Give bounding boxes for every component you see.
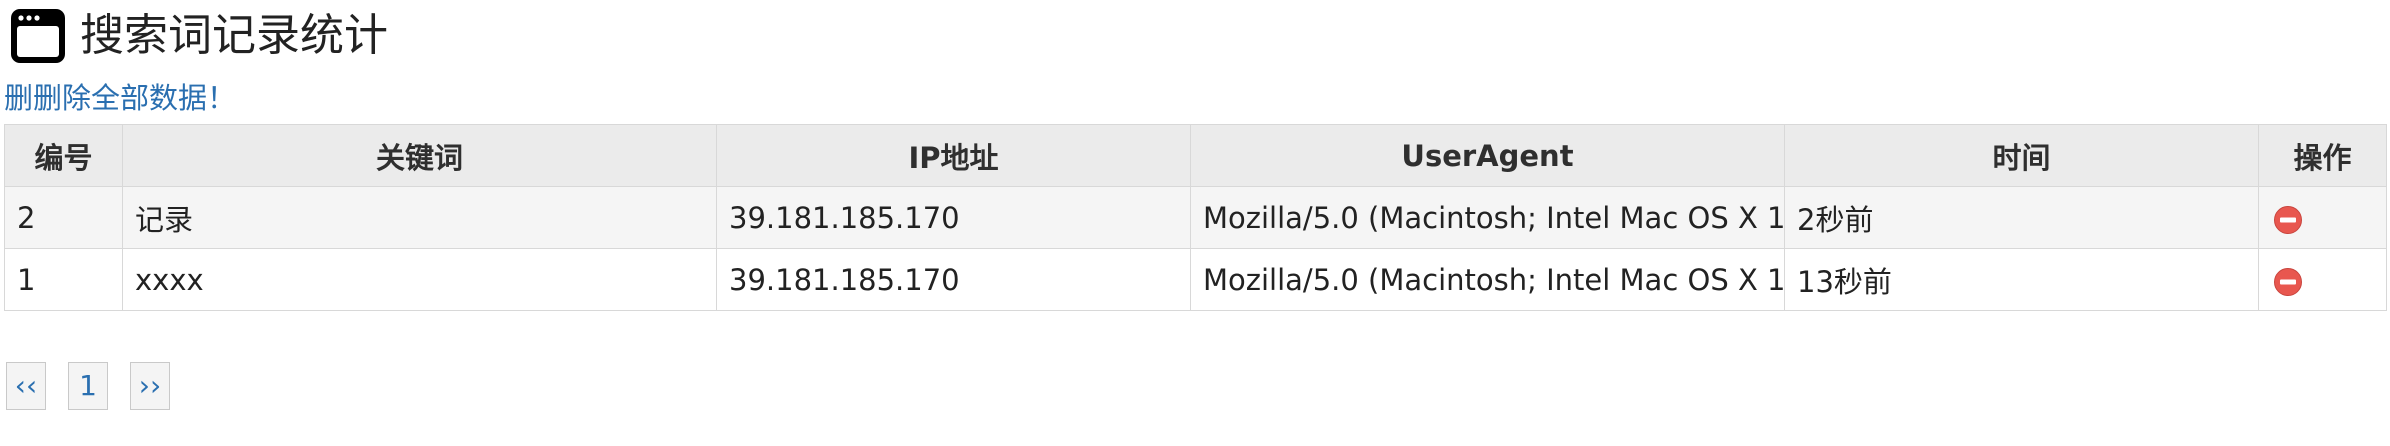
column-header-id: 编号 <box>4 124 123 187</box>
pagination: ‹‹ 1 ›› <box>6 362 192 410</box>
records-table: 编号 关键词 IP地址 UserAgent 时间 操作 2 记录 39.181.… <box>4 124 2387 311</box>
column-header-ip: IP地址 <box>716 124 1191 187</box>
column-header-keyword: 关键词 <box>122 124 717 187</box>
next-page-button[interactable]: ›› <box>130 362 170 410</box>
cell-id: 1 <box>4 248 123 311</box>
cell-action <box>2258 186 2387 249</box>
cell-id: 2 <box>4 186 123 249</box>
delete-icon[interactable] <box>2273 267 2303 297</box>
column-header-useragent: UserAgent <box>1190 124 1785 187</box>
cell-keyword: 记录 <box>122 186 717 249</box>
column-header-action: 操作 <box>2258 124 2387 187</box>
page-header: 搜索词记录统计 <box>8 6 388 66</box>
column-header-time: 时间 <box>1784 124 2259 187</box>
table-row: 2 记录 39.181.185.170 Mozilla/5.0 (Macinto… <box>4 186 2387 249</box>
cell-keyword: xxxx <box>122 248 717 311</box>
cell-useragent: Mozilla/5.0 (Macintosh; Intel Mac OS X 1… <box>1190 186 1785 249</box>
delete-icon[interactable] <box>2273 205 2303 235</box>
delete-all-link[interactable]: 删删除全部数据！ <box>4 80 236 116</box>
cell-time: 13秒前 <box>1784 248 2259 311</box>
window-icon <box>11 9 65 63</box>
table-header-row: 编号 关键词 IP地址 UserAgent 时间 操作 <box>4 124 2387 187</box>
cell-ip: 39.181.185.170 <box>716 248 1191 311</box>
cell-useragent: Mozilla/5.0 (Macintosh; Intel Mac OS X 1… <box>1190 248 1785 311</box>
cell-ip: 39.181.185.170 <box>716 186 1191 249</box>
cell-time: 2秒前 <box>1784 186 2259 249</box>
page-1-button[interactable]: 1 <box>68 362 108 410</box>
cell-action <box>2258 248 2387 311</box>
table-row: 1 xxxx 39.181.185.170 Mozilla/5.0 (Macin… <box>4 248 2387 311</box>
page-title: 搜索词记录统计 <box>80 10 388 61</box>
prev-page-button[interactable]: ‹‹ <box>6 362 46 410</box>
